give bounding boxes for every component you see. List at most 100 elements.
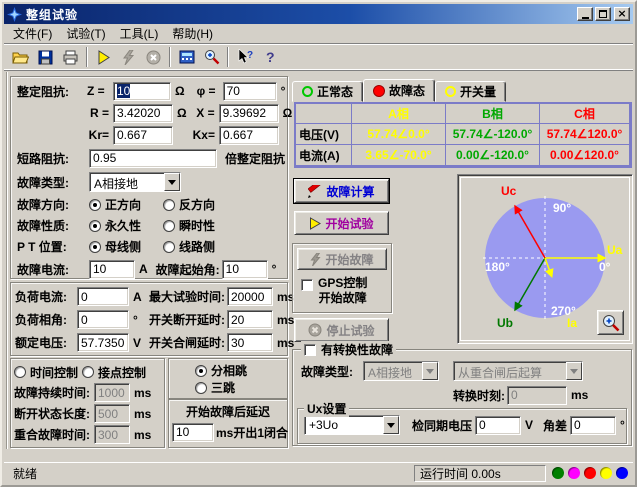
menu-tools[interactable]: 工具(L) (115, 23, 168, 44)
status-led (552, 467, 564, 479)
angle-diff-input[interactable]: 0 (570, 416, 616, 435)
ux-select[interactable]: +3Uo (304, 415, 400, 435)
short-circuit-suffix: 倍整定阻抗 (225, 150, 285, 167)
z-value: 10 (117, 84, 130, 98)
open-state-input: 500 (94, 404, 130, 423)
tab-fault-state[interactable]: 故障态 (363, 79, 435, 102)
start-test-label: 开始试验 (325, 215, 373, 232)
ux-settings-title: Ux设置 (304, 400, 349, 417)
close-button[interactable]: × (614, 7, 630, 21)
phase-trip-radio[interactable] (195, 365, 207, 377)
save-button[interactable] (33, 46, 58, 69)
gps-control-option[interactable]: GPS控制 开始故障 (301, 276, 367, 306)
transform-fault-checkbox[interactable] (304, 344, 316, 356)
printer-icon (62, 50, 79, 65)
pt-line-radio[interactable] (163, 241, 175, 253)
switch-close-delay-input[interactable]: 30 (227, 333, 273, 352)
start-test-button-main[interactable]: 开始试验 (294, 211, 389, 235)
title-bar: 整组试验 × (4, 4, 633, 24)
pt-line-label: 线路侧 (179, 238, 215, 255)
start-fault-button[interactable] (116, 46, 141, 69)
max-test-time-input[interactable]: 20000 (227, 287, 273, 306)
nature-transient-label: 瞬时性 (179, 217, 215, 234)
tab-normal-label: 正常态 (317, 83, 353, 100)
switch-open-delay-input[interactable]: 20 (227, 310, 273, 329)
start-fault-label: 开始故障 (325, 251, 373, 268)
degree-unit: ° (133, 313, 145, 327)
chevron-down-icon[interactable] (383, 416, 399, 434)
phasor-panel: 90° 180° 0° 270° Ua Uc Ub Ia (457, 174, 633, 344)
fault-type-select[interactable]: A相接地 (89, 172, 181, 192)
sync-voltage-input[interactable]: 0 (475, 416, 521, 435)
nature-permanent-radio[interactable] (89, 220, 101, 232)
phi-input[interactable]: 70 (223, 82, 277, 101)
time-control-label: 时间控制 (30, 364, 78, 381)
impedance-row-rx: R = 3.42020 Ω X = 9.39692 Ω (11, 102, 287, 124)
x-input[interactable]: 9.39692 (219, 104, 279, 123)
context-help-button[interactable]: ? (232, 46, 257, 69)
tab-normal-state[interactable]: 正常态 (292, 81, 363, 102)
load-angle-input[interactable]: 0 (77, 310, 129, 329)
toolbar-separator (86, 47, 88, 67)
fault-calc-button[interactable]: 故障计算 (294, 179, 389, 203)
menu-test[interactable]: 试验(T) (61, 23, 114, 44)
stop-circle-icon (146, 50, 161, 65)
menu-file[interactable]: 文件(F) (8, 23, 61, 44)
phasor-zoom-button[interactable] (597, 310, 624, 335)
voltage-c-value: 57.74∠120.0° (540, 124, 630, 145)
print-button[interactable] (58, 46, 83, 69)
x-label: X = (187, 106, 219, 120)
reclose-fault-label: 重合故障时间: (14, 426, 94, 443)
contact-control-radio[interactable] (82, 366, 94, 378)
tab-switch-state[interactable]: 开关量 (435, 81, 506, 102)
start-test-button[interactable] (91, 46, 116, 69)
stop-test-button[interactable] (141, 46, 166, 69)
r-input[interactable]: 3.42020 (113, 104, 173, 123)
kr-input[interactable]: 0.667 (113, 126, 173, 145)
delay-input[interactable]: 10 (172, 423, 214, 442)
fault-nature-label: 故障性质: (17, 217, 89, 234)
about-help-button[interactable]: ? (257, 46, 282, 69)
question-icon: ? (264, 49, 276, 65)
window-title: 整组试验 (26, 6, 575, 23)
status-bar: 就绪 运行时间 0.00s (4, 462, 633, 483)
r-label: R = (17, 106, 113, 120)
app-icon (7, 7, 22, 22)
kx-input[interactable]: 0.667 (219, 126, 279, 145)
nature-transient-radio[interactable] (163, 220, 175, 232)
vector-label-uc: Uc (501, 184, 517, 198)
gps-checkbox[interactable] (301, 279, 313, 291)
three-trip-radio[interactable] (195, 382, 207, 394)
menu-help[interactable]: 帮助(H) (167, 23, 222, 44)
open-file-button[interactable] (8, 46, 33, 69)
lightning-icon (122, 50, 135, 65)
transform-fault-label: 有转换性故障 (321, 341, 393, 358)
pt-bus-radio[interactable] (89, 241, 101, 253)
direction-forward-radio[interactable] (89, 199, 101, 211)
load-current-input[interactable]: 0 (77, 287, 129, 306)
calculator-button[interactable] (174, 46, 199, 69)
z-input[interactable]: 10 (113, 82, 171, 101)
start-fault-button-main[interactable]: 开始故障 (297, 248, 387, 270)
fault-start-angle-input[interactable]: 10 (222, 260, 268, 279)
trip-phase-row: 分相跳 (169, 362, 287, 379)
short-circuit-input[interactable]: 0.95 (89, 149, 217, 168)
chevron-down-icon[interactable] (164, 173, 180, 191)
stop-test-button-main[interactable]: 停止试验 (294, 318, 389, 342)
status-led (600, 467, 612, 479)
time-control-radio[interactable] (14, 366, 26, 378)
ampere-unit: A (133, 290, 145, 304)
fault-type-value: A相接地 (90, 173, 164, 191)
degree-unit: ° (272, 262, 277, 276)
fault-current-input[interactable]: 10 (89, 260, 135, 279)
maximize-button[interactable] (595, 7, 611, 21)
minimize-button[interactable] (577, 7, 593, 21)
rated-voltage-input[interactable]: 57.7350 (77, 333, 129, 352)
status-led-strip (550, 467, 630, 479)
kx-label: Kx= (173, 128, 219, 142)
direction-reverse-radio[interactable] (163, 199, 175, 211)
transform-timing-value: 从重合闸后起算 (454, 362, 566, 380)
zoom-view-button[interactable] (199, 46, 224, 69)
short-circuit-label: 短路阻抗: (17, 150, 89, 167)
lightning-icon (310, 253, 321, 266)
